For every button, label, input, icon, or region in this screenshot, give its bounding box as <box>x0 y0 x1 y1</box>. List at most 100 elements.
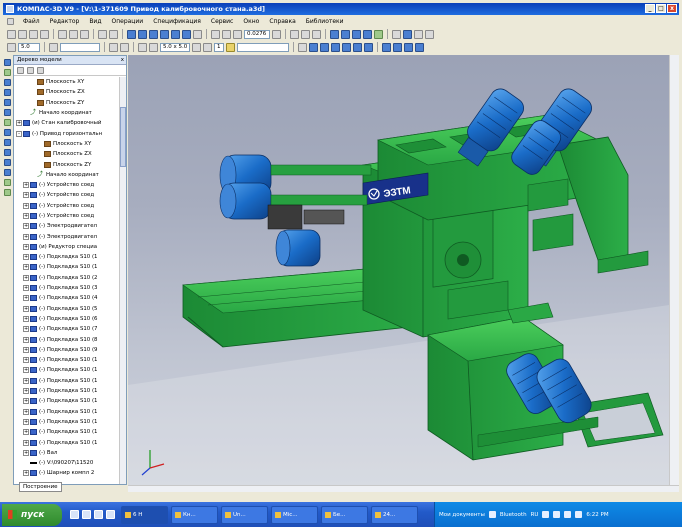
snap-grid-icon[interactable] <box>138 42 147 52</box>
tree-item[interactable]: ⤴ Начало координат <box>14 170 120 180</box>
print-icon[interactable] <box>40 29 49 39</box>
tree-item[interactable]: + (-) Подкладка S10 (1 <box>14 376 120 386</box>
expand-icon[interactable]: + <box>23 202 29 209</box>
manager-icon[interactable] <box>127 29 136 39</box>
array-icon[interactable] <box>4 119 11 126</box>
collapse-icon[interactable]: - <box>16 130 22 137</box>
tree-item[interactable]: + (-) Шарнир компл 2 <box>14 468 120 478</box>
coords-icon[interactable] <box>192 42 201 52</box>
tree-item[interactable]: + (-) Подкладка S10 (1 <box>14 262 120 272</box>
step-field[interactable]: 5.0 x 5.0 <box>160 42 190 52</box>
expand-icon[interactable]: + <box>23 388 29 395</box>
expand-icon[interactable]: + <box>23 213 29 219</box>
measure-icon[interactable] <box>182 29 191 39</box>
rotate-icon[interactable] <box>290 29 299 39</box>
undo-icon[interactable] <box>98 29 107 39</box>
tree-item[interactable]: + (-) Подкладка S10 (4 <box>14 293 120 303</box>
cut-icon[interactable] <box>58 29 67 39</box>
tree-item[interactable]: + (-) Подкладка S10 (1 <box>14 407 120 417</box>
expand-icon[interactable]: + <box>23 274 29 281</box>
tree-item[interactable]: + (и) Редуктор специа <box>14 242 120 252</box>
expand-icon[interactable]: + <box>23 357 29 364</box>
fasteners-icon[interactable] <box>4 179 11 186</box>
expand-icon[interactable]: + <box>16 120 22 127</box>
language-indicator[interactable]: RU <box>531 512 539 518</box>
cursor-icon[interactable] <box>149 42 158 52</box>
tree-item[interactable]: + (-) Подкладка S10 (1 <box>14 417 120 427</box>
filter-planes-icon[interactable] <box>342 42 351 52</box>
expand-icon[interactable]: + <box>23 223 29 230</box>
expand-icon[interactable]: + <box>23 336 29 343</box>
tree-item[interactable]: ⤴ Начало координат <box>14 108 120 118</box>
command-field[interactable] <box>237 42 289 52</box>
my-documents-label[interactable]: Мои документы <box>439 512 485 518</box>
mates-icon[interactable] <box>4 129 11 136</box>
fit-icon[interactable] <box>226 42 235 52</box>
tree-item[interactable]: (-) V:\090207\11520 <box>14 458 120 468</box>
tree-item[interactable]: + (-) Подкладка S10 (1 <box>14 252 120 262</box>
menu-specification[interactable]: Спецификация <box>152 18 202 25</box>
tree-item[interactable]: Плоскость ZY <box>14 159 120 169</box>
grid-icon[interactable] <box>109 42 118 52</box>
zoom-out-icon[interactable] <box>222 29 231 39</box>
filter-axes-icon[interactable] <box>353 42 362 52</box>
tree-item[interactable]: - (-) Привод горизонтальн <box>14 128 120 138</box>
explorer-icon[interactable] <box>82 510 91 519</box>
menu-help[interactable]: Справка <box>268 18 296 25</box>
extrude-icon[interactable] <box>4 89 11 96</box>
expand-icon[interactable]: + <box>23 377 29 384</box>
expand-icon[interactable]: + <box>23 182 29 189</box>
expand-icon[interactable]: + <box>23 398 29 405</box>
tree-item[interactable]: + (-) Подкладка S10 (2 <box>14 273 120 283</box>
orientation-icon[interactable] <box>312 29 321 39</box>
tree-item[interactable]: Плоскость XY <box>14 77 120 87</box>
library-icon[interactable] <box>138 29 147 39</box>
menu-libraries[interactable]: Библиотеки <box>305 18 345 25</box>
expand-icon[interactable]: + <box>23 192 29 199</box>
properties-icon[interactable] <box>149 29 158 39</box>
expand-icon[interactable]: + <box>23 264 29 271</box>
expand-icon[interactable]: + <box>23 243 29 250</box>
expand-icon[interactable]: + <box>23 408 29 415</box>
variables-icon[interactable] <box>171 29 180 39</box>
tree-item[interactable]: + (-) Устройство соед <box>14 201 120 211</box>
tree-structure-icon[interactable] <box>27 66 34 74</box>
distance-icon[interactable] <box>404 42 413 52</box>
tab-build[interactable]: Построение <box>19 482 62 492</box>
align-icon[interactable] <box>393 42 402 52</box>
tree-item[interactable]: + (-) Подкладка S10 (9 <box>14 345 120 355</box>
bluetooth-label[interactable]: Bluetooth <box>500 512 527 518</box>
task-button[interactable]: Mic... <box>271 505 318 524</box>
spec-icon[interactable] <box>414 29 423 39</box>
angle-icon[interactable] <box>415 42 424 52</box>
show-desktop-icon[interactable] <box>70 510 79 519</box>
tree-item[interactable]: + (-) Устройство соед <box>14 180 120 190</box>
tree-item[interactable]: + (-) Вал <box>14 448 120 458</box>
scale-field[interactable]: 5.0 <box>18 42 40 52</box>
tree-item[interactable]: + (-) Подкладка S10 (3 <box>14 283 120 293</box>
expand-icon[interactable]: + <box>23 439 29 446</box>
menu-edit[interactable]: Редактор <box>49 18 81 25</box>
browser-icon[interactable] <box>94 510 103 519</box>
tree-item[interactable]: + (-) Подкладка S10 (1 <box>14 386 120 396</box>
revolve-icon[interactable] <box>4 99 11 106</box>
copy-icon[interactable] <box>69 29 78 39</box>
minimize-button[interactable]: _ <box>645 4 655 13</box>
close-icon[interactable]: x <box>121 56 124 64</box>
snap-icon[interactable] <box>193 29 202 39</box>
tree-scrollbar[interactable] <box>119 77 126 484</box>
insert-component-icon[interactable] <box>4 69 11 76</box>
wireframe-icon[interactable] <box>341 29 350 39</box>
zoom-all-icon[interactable] <box>272 29 281 39</box>
tree-item[interactable]: Плоскость ZY <box>14 98 120 108</box>
viewport-vscrollbar[interactable] <box>669 55 679 485</box>
cut-extrude-icon[interactable] <box>4 109 11 116</box>
task-button[interactable]: 6 Н <box>121 505 168 524</box>
filter-edges-icon[interactable] <box>320 42 329 52</box>
filter-bodies-icon[interactable] <box>364 42 373 52</box>
tree-item[interactable]: Плоскость ZX <box>14 149 120 159</box>
perspective-icon[interactable] <box>363 29 372 39</box>
3d-viewport[interactable]: ЭЗТМ <box>128 55 669 485</box>
start-button[interactable]: пуск <box>2 503 62 526</box>
menu-service[interactable]: Сервис <box>210 18 234 25</box>
